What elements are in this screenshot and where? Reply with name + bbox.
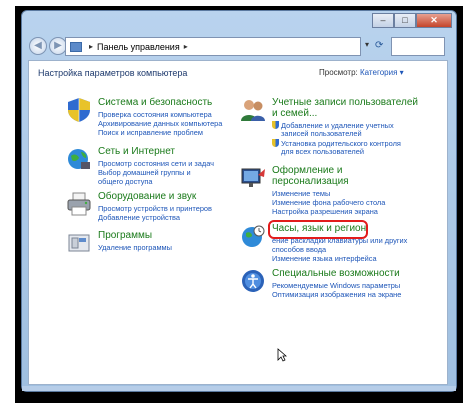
- category-link[interactable]: Поиск и исправление проблем: [98, 128, 203, 137]
- category-title[interactable]: Учетные записи пользователей: [272, 97, 418, 108]
- category-title[interactable]: Оформление и: [272, 165, 342, 176]
- window-bottom-border: [22, 386, 456, 391]
- refresh-icon[interactable]: ⟳: [375, 40, 383, 51]
- mouse-cursor-icon: [277, 348, 287, 362]
- category-link[interactable]: Изменение фона рабочего стола: [272, 198, 385, 207]
- view-value[interactable]: Категория: [360, 68, 397, 77]
- address-bar[interactable]: ▸ Панель управления ▸: [65, 37, 361, 56]
- category-link[interactable]: Изменение темы: [272, 189, 330, 198]
- category-title[interactable]: Сеть и Интернет: [98, 146, 175, 157]
- category-title[interactable]: Специальные возможности: [272, 268, 400, 279]
- highlight-annotation: [268, 220, 368, 239]
- close-button[interactable]: ✕: [416, 13, 452, 28]
- minimize-button[interactable]: –: [372, 13, 394, 28]
- chevron-down-icon[interactable]: ▾: [400, 68, 404, 77]
- category-link[interactable]: Проверка состояния компьютера: [98, 110, 212, 119]
- globe-network-icon: [68, 149, 90, 169]
- category-link[interactable]: Удаление программы: [98, 243, 172, 252]
- uac-shield-icon: [272, 139, 279, 147]
- back-arrow-icon[interactable]: ◀: [29, 37, 47, 55]
- search-input[interactable]: [391, 37, 445, 56]
- accessibility-icon: [242, 270, 264, 292]
- uac-shield-icon: [272, 121, 279, 129]
- view-label: Просмотр:: [319, 68, 358, 77]
- category-title[interactable]: Система и безопасность: [98, 97, 212, 108]
- category-link[interactable]: Оптимизация изображения на экране: [272, 290, 401, 299]
- category-link[interactable]: Просмотр устройств и принтеров: [98, 204, 212, 213]
- category-link[interactable]: Добавление устройства: [98, 213, 180, 222]
- category-link[interactable]: Настройка разрешения экрана: [272, 207, 378, 216]
- category-link[interactable]: Архивирование данных компьютера: [98, 119, 222, 128]
- category-title-cont[interactable]: персонализация: [272, 176, 349, 187]
- category-link[interactable]: общего доступа: [98, 177, 153, 186]
- category-title-cont[interactable]: и семей...: [272, 108, 317, 119]
- breadcrumb[interactable]: Панель управления: [97, 42, 180, 52]
- category-link[interactable]: Просмотр состояния сети и задач: [98, 159, 214, 168]
- shield-security-icon: [68, 98, 90, 122]
- users-icon: [241, 100, 265, 121]
- window-controls: – □ ✕: [372, 13, 452, 28]
- clock-globe-icon: [242, 225, 265, 247]
- printer-icon: [67, 192, 91, 216]
- page-title: Настройка параметров компьютера: [38, 68, 188, 78]
- breadcrumb-chevron-icon[interactable]: ▸: [184, 42, 188, 51]
- view-selector[interactable]: Просмотр: Категория ▾: [319, 68, 404, 77]
- breadcrumb-separator-icon: ▸: [89, 42, 94, 51]
- address-dropdown-icon[interactable]: ▾: [365, 40, 369, 49]
- appearance-icon: [241, 168, 265, 187]
- maximize-button[interactable]: □: [394, 13, 416, 28]
- category-title[interactable]: Оборудование и звук: [98, 191, 196, 202]
- category-link[interactable]: Рекомендуемые Windows параметры: [272, 281, 400, 290]
- category-link-cont[interactable]: записей пользователей: [281, 129, 362, 138]
- category-link-cont[interactable]: для всех пользователей: [281, 147, 364, 156]
- category-link[interactable]: Выбор домашней группы и: [98, 168, 191, 177]
- programs-icon: [68, 234, 90, 252]
- control-panel-icon: [70, 41, 82, 52]
- category-title[interactable]: Программы: [98, 230, 152, 241]
- category-link[interactable]: Изменение языка интерфейса: [272, 254, 377, 263]
- category-link-cont[interactable]: способов ввода: [272, 245, 326, 254]
- navigation-bar: ◀ ▶ ▸ Панель управления ▸ ▾ ⟳: [29, 35, 447, 59]
